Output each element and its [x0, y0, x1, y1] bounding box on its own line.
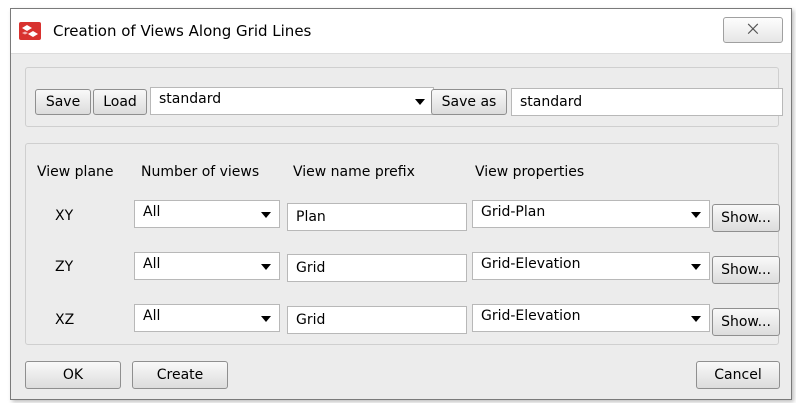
row-zy-properties-value: Grid-Elevation: [481, 256, 581, 272]
create-button[interactable]: Create: [132, 361, 228, 389]
chevron-down-icon: [261, 264, 271, 270]
row-zy-properties-select[interactable]: Grid-Elevation: [472, 252, 710, 280]
row-xy-prefix-input[interactable]: Plan: [287, 203, 467, 231]
row-zy-show-button[interactable]: Show...: [712, 256, 780, 284]
row-xz-prefix-input[interactable]: Grid: [287, 306, 467, 334]
row-xy-number-select[interactable]: All: [134, 200, 280, 228]
save-as-button[interactable]: Save as: [431, 89, 507, 115]
header-view-plane: View plane: [37, 164, 114, 180]
header-number-of-views: Number of views: [141, 164, 260, 180]
row-zy-prefix-input[interactable]: Grid: [287, 254, 467, 282]
cancel-button[interactable]: Cancel: [696, 361, 780, 389]
row-zy-number-value: All: [143, 256, 161, 272]
close-icon: ⨉: [747, 22, 759, 38]
row-xy-properties-value: Grid-Plan: [481, 204, 546, 220]
chevron-down-icon: [691, 212, 701, 218]
row-xy-show-button[interactable]: Show...: [712, 204, 780, 232]
row-xy-properties-select[interactable]: Grid-Plan: [472, 200, 710, 228]
dialog-window: Creation of Views Along Grid Lines ⨉ Sav…: [10, 8, 792, 400]
header-view-properties: View properties: [475, 164, 585, 180]
row-xz-properties-value: Grid-Elevation: [481, 308, 581, 324]
chevron-down-icon: [415, 99, 425, 105]
header-view-name-prefix: View name prefix: [293, 164, 415, 180]
chevron-down-icon: [261, 212, 271, 218]
title-bar: Creation of Views Along Grid Lines ⨉: [11, 9, 791, 54]
save-as-name-input[interactable]: standard: [511, 88, 783, 116]
chevron-down-icon: [691, 316, 701, 322]
load-button[interactable]: Load: [93, 89, 147, 115]
row-xz-plane-label: XZ: [55, 312, 75, 328]
row-zy-plane-label: ZY: [55, 259, 74, 275]
chevron-down-icon: [261, 316, 271, 322]
row-xy-plane-label: XY: [55, 208, 74, 224]
preset-value: standard: [159, 91, 222, 107]
preset-select[interactable]: standard: [150, 87, 434, 115]
ok-button[interactable]: OK: [25, 361, 121, 389]
save-button[interactable]: Save: [35, 89, 91, 115]
row-xy-number-value: All: [143, 204, 161, 220]
close-button[interactable]: ⨉: [723, 17, 783, 43]
window-title: Creation of Views Along Grid Lines: [53, 22, 312, 40]
row-xz-number-select[interactable]: All: [134, 304, 280, 332]
row-zy-number-select[interactable]: All: [134, 252, 280, 280]
row-xz-number-value: All: [143, 308, 161, 324]
row-xz-properties-select[interactable]: Grid-Elevation: [472, 304, 710, 332]
row-xz-show-button[interactable]: Show...: [712, 308, 780, 336]
chevron-down-icon: [691, 264, 701, 270]
app-logo-icon: [19, 22, 41, 40]
